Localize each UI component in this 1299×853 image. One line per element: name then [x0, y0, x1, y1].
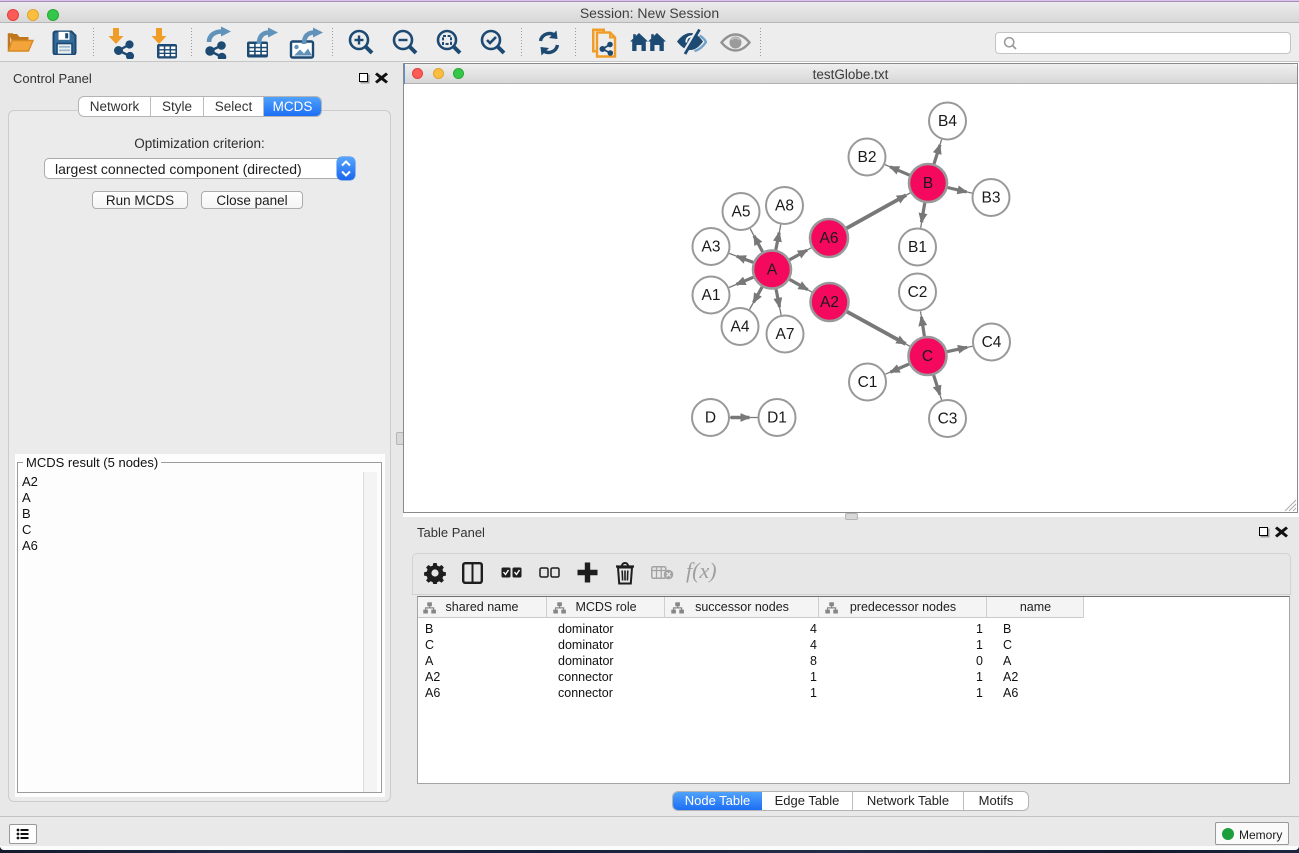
- svg-text:A8: A8: [775, 198, 794, 215]
- svg-text:B3: B3: [982, 190, 1001, 207]
- svg-text:A7: A7: [776, 326, 795, 343]
- svg-text:C1: C1: [858, 374, 878, 391]
- svg-text:A5: A5: [732, 204, 751, 221]
- svg-text:C3: C3: [938, 411, 958, 428]
- svg-text:A1: A1: [702, 287, 721, 304]
- svg-text:B2: B2: [858, 149, 877, 166]
- svg-text:A3: A3: [702, 239, 721, 256]
- svg-text:C2: C2: [908, 284, 928, 301]
- svg-text:C: C: [922, 348, 933, 365]
- svg-text:B1: B1: [908, 239, 927, 256]
- svg-text:A: A: [767, 262, 778, 279]
- svg-text:B4: B4: [938, 113, 957, 130]
- svg-text:D1: D1: [767, 410, 787, 427]
- svg-text:C4: C4: [982, 334, 1002, 351]
- svg-text:A4: A4: [731, 319, 750, 336]
- svg-text:A6: A6: [820, 230, 839, 247]
- svg-text:B: B: [923, 175, 933, 192]
- svg-text:D: D: [705, 410, 716, 427]
- svg-text:A2: A2: [820, 294, 839, 311]
